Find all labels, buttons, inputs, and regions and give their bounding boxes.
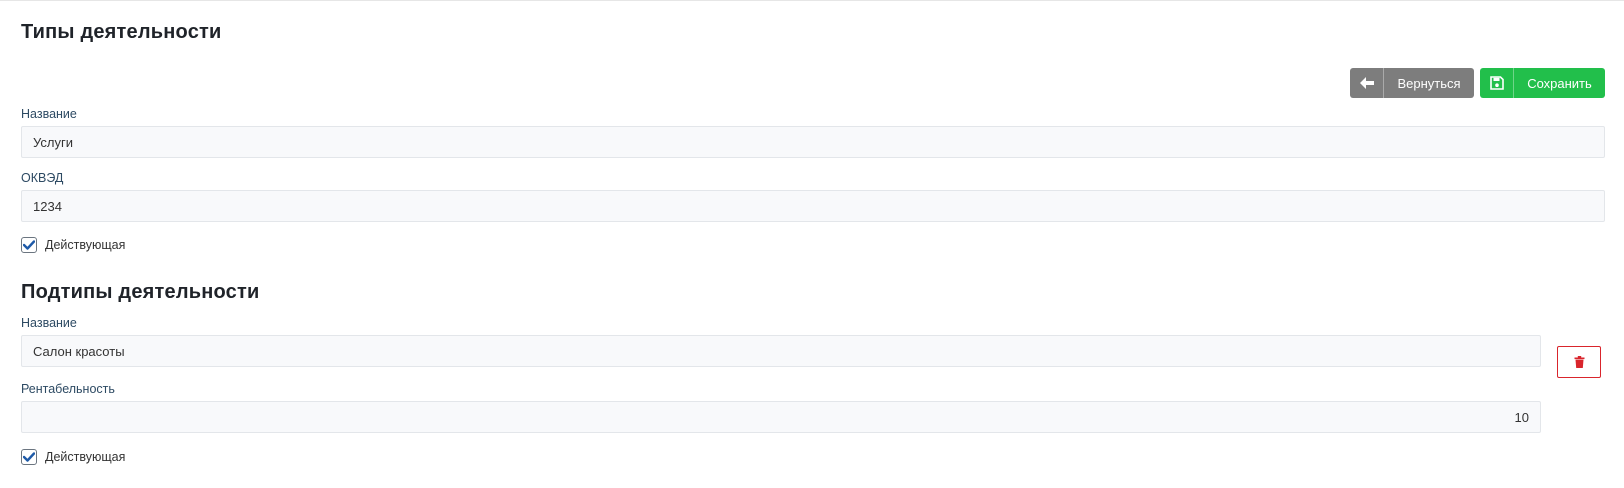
delete-subtype-button[interactable] bbox=[1557, 346, 1601, 378]
subtype-active-checkbox-label: Действующая bbox=[45, 450, 126, 464]
back-button[interactable]: Вернуться bbox=[1350, 68, 1474, 98]
okved-label: ОКВЭД bbox=[21, 171, 64, 185]
name-input[interactable]: Услуги bbox=[21, 126, 1605, 158]
floppy-disk-icon bbox=[1480, 68, 1514, 98]
subtype-profit-label: Рентабельность bbox=[21, 382, 115, 396]
okved-input[interactable]: 1234 bbox=[21, 190, 1605, 222]
back-button-label: Вернуться bbox=[1397, 75, 1461, 91]
page-title: Типы деятельности bbox=[21, 21, 222, 43]
active-checkbox[interactable] bbox=[21, 237, 37, 253]
name-label: Название bbox=[21, 107, 77, 121]
checkmark-icon bbox=[23, 240, 35, 250]
name-input-value: Услуги bbox=[33, 134, 73, 150]
subtypes-title: Подтипы деятельности bbox=[21, 281, 260, 303]
subtype-profit-input-value: 10 bbox=[1514, 409, 1529, 425]
active-checkbox-label: Действующая bbox=[45, 238, 126, 252]
subtype-profit-input[interactable]: 10 bbox=[21, 401, 1541, 433]
save-button[interactable]: Сохранить bbox=[1480, 68, 1605, 98]
subtype-name-input[interactable]: Салон красоты bbox=[21, 335, 1541, 367]
subtype-name-input-value: Салон красоты bbox=[33, 343, 125, 359]
checkmark-icon bbox=[23, 452, 35, 462]
subtype-name-label: Название bbox=[21, 316, 77, 330]
save-button-label: Сохранить bbox=[1527, 75, 1592, 91]
active-checkbox-row[interactable]: Действующая bbox=[21, 237, 125, 253]
subtype-active-checkbox[interactable] bbox=[21, 449, 37, 465]
okved-input-value: 1234 bbox=[33, 198, 62, 214]
trash-icon bbox=[1574, 356, 1584, 368]
activity-type-form: Типы деятельности Вернуться Сохранить На… bbox=[0, 1, 1624, 488]
subtype-active-checkbox-row[interactable]: Действующая bbox=[21, 449, 125, 465]
arrow-left-icon bbox=[1350, 68, 1384, 98]
